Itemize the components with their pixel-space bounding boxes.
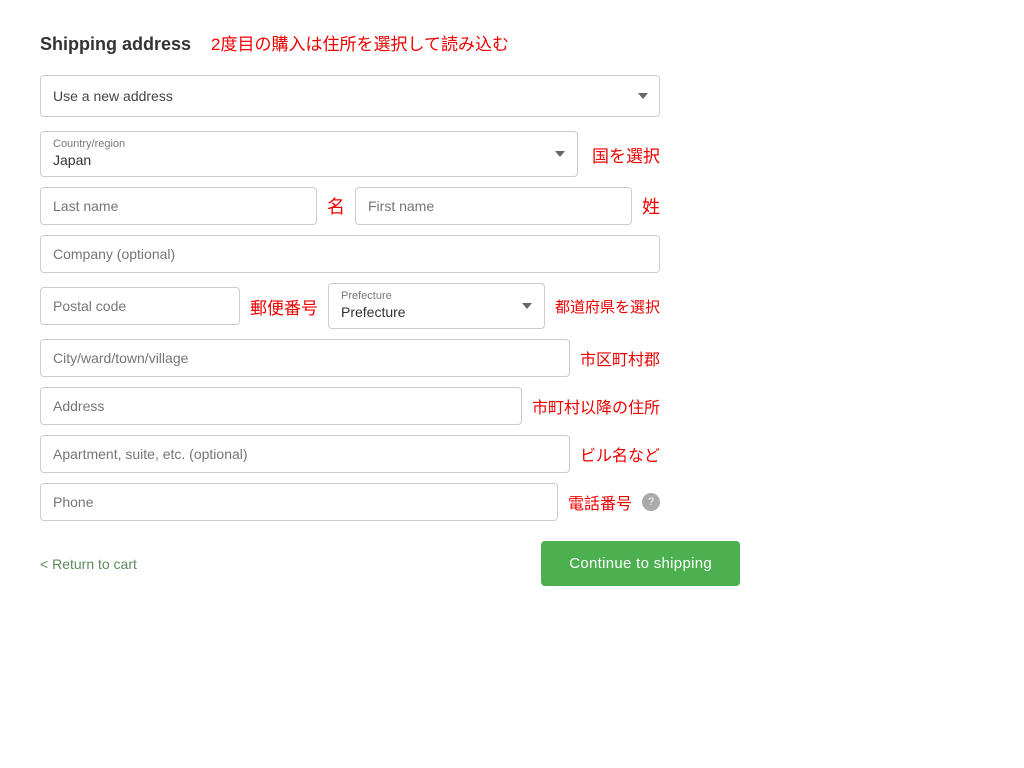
phone-annotation: 電話番号: [568, 490, 632, 514]
country-value: Japan: [53, 152, 91, 168]
header-annotation: 2度目の購入は住所を選択して読み込む: [211, 30, 509, 55]
first-name-input[interactable]: [355, 187, 632, 225]
apartment-annotation: ビル名など: [580, 442, 660, 466]
city-input[interactable]: [40, 339, 570, 377]
country-box[interactable]: Country/region Japan: [40, 131, 578, 177]
phone-input-wrapper: [40, 483, 558, 521]
first-name-annotation: 姓: [642, 193, 660, 219]
prefecture-value: Prefecture: [341, 304, 406, 320]
country-row: Country/region Japan 国を選択: [40, 131, 660, 177]
footer-row: Return to cart Continue to shipping: [40, 541, 740, 586]
prefecture-dropdown-icon: [522, 303, 532, 309]
return-to-cart-link[interactable]: Return to cart: [40, 556, 137, 572]
apartment-input-wrapper: [40, 435, 570, 473]
phone-row: 電話番号 ?: [40, 483, 660, 521]
prefecture-annotation: 都道府県を選択: [555, 296, 660, 317]
last-name-input[interactable]: [40, 187, 317, 225]
name-row: 名 姓: [40, 187, 660, 225]
prefecture-field: Prefecture Prefecture: [328, 283, 545, 329]
phone-help-icon[interactable]: ?: [642, 493, 660, 511]
continue-to-shipping-button[interactable]: Continue to shipping: [541, 541, 740, 586]
address-input[interactable]: [40, 387, 522, 425]
header-row: Shipping address 2度目の購入は住所を選択して読み込む: [40, 30, 740, 55]
city-input-wrapper: [40, 339, 570, 377]
company-group: [40, 235, 660, 273]
apartment-row: ビル名など: [40, 435, 660, 473]
company-input[interactable]: [40, 235, 660, 273]
apartment-input[interactable]: [40, 435, 570, 473]
prefecture-box[interactable]: Prefecture Prefecture: [328, 283, 545, 329]
address-annotation: 市町村以降の住所: [532, 394, 660, 418]
last-name-annotation: 名: [327, 193, 345, 219]
city-annotation: 市区町村郡: [580, 346, 660, 370]
country-dropdown-icon: [555, 151, 565, 157]
phone-input[interactable]: [40, 483, 558, 521]
city-row: 市区町村郡: [40, 339, 660, 377]
address-selector-group: Use a new address: [40, 75, 660, 117]
postal-field: [40, 287, 240, 325]
country-label: Country/region: [53, 138, 545, 150]
country-field: Country/region Japan: [40, 131, 578, 177]
section-title: Shipping address: [40, 30, 191, 55]
address-selector-select[interactable]: Use a new address: [40, 75, 660, 117]
last-name-group: [40, 187, 317, 225]
address-row: 市町村以降の住所: [40, 387, 660, 425]
first-name-group: [355, 187, 632, 225]
address-input-wrapper: [40, 387, 522, 425]
shipping-form: Use a new address Country/region Japan 国…: [40, 75, 660, 521]
postal-annotation: 郵便番号: [250, 294, 318, 319]
postal-code-input[interactable]: [40, 287, 240, 325]
prefecture-label: Prefecture: [341, 290, 512, 302]
country-annotation: 国を選択: [592, 142, 660, 167]
postal-prefecture-row: 郵便番号 Prefecture Prefecture 都道府県を選択: [40, 283, 660, 329]
address-selector-wrapper[interactable]: Use a new address: [40, 75, 660, 117]
